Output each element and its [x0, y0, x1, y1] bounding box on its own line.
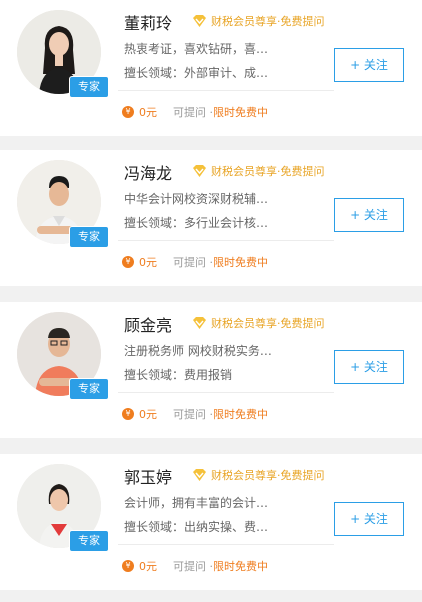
- expert-description: 中华会计网校资深财税辅…: [124, 192, 269, 206]
- expert-list: 专家 董莉玲 财税会员尊享·免费提问 热衷考证，喜欢钻研，喜… 擅长领域：外部审…: [0, 0, 422, 602]
- expert-field: 擅长领域：外部审计、成…: [124, 66, 269, 80]
- expert-card[interactable]: 专家 董莉玲 财税会员尊享·免费提问 热衷考证，喜欢钻研，喜… 擅长领域：外部审…: [0, 0, 422, 136]
- follow-button[interactable]: + 关注: [334, 502, 404, 536]
- divider: [118, 544, 334, 545]
- expert-card[interactable]: 专家 冯海龙 财税会员尊享·免费提问 中华会计网校资深财税辅… 擅长领域：多行业…: [0, 150, 422, 286]
- expert-badge: 专家: [69, 378, 109, 400]
- vip-tag: 财税会员尊享·免费提问: [192, 12, 325, 30]
- free-text: 限时免费中: [213, 560, 268, 573]
- divider: [118, 392, 334, 393]
- askable-text: 可提问 ·: [173, 408, 213, 421]
- price: 0元: [139, 106, 157, 119]
- vip-text: 财税会员尊享·免费提问: [211, 165, 325, 178]
- free-text: 限时免费中: [213, 106, 268, 119]
- askable-text: 可提问 ·: [173, 106, 213, 119]
- expert-name[interactable]: 顾金亮: [124, 312, 172, 336]
- vip-tag: 财税会员尊享·免费提问: [192, 314, 325, 332]
- expert-badge: 专家: [69, 226, 109, 248]
- avatar-wrap[interactable]: 专家: [17, 160, 109, 248]
- coin-icon: ¥: [122, 106, 134, 118]
- follow-button[interactable]: + 关注: [334, 198, 404, 232]
- expert-field: 擅长领域：出纳实操、费…: [124, 520, 269, 534]
- diamond-icon: [193, 317, 206, 329]
- vip-text: 财税会员尊享·免费提问: [211, 15, 325, 28]
- free-text: 限时免费中: [213, 408, 268, 421]
- avatar-wrap[interactable]: 专家: [17, 464, 109, 552]
- coin-icon: ¥: [122, 560, 134, 572]
- expert-name[interactable]: 冯海龙: [124, 160, 172, 184]
- divider: [118, 240, 334, 241]
- expert-card[interactable]: 专家 顾金亮 财税会员尊享·免费提问 注册税务师 网校财税实务… 擅长领域：费用…: [0, 302, 422, 438]
- price-row: ¥ 0元 可提问 · 限时免费中: [122, 558, 268, 574]
- expert-name[interactable]: 郭玉婷: [124, 464, 172, 488]
- askable-text: 可提问 ·: [173, 560, 213, 573]
- coin-icon: ¥: [122, 408, 134, 420]
- follow-button[interactable]: + 关注: [334, 350, 404, 384]
- free-text: 限时免费中: [213, 256, 268, 269]
- expert-description: 会计师，拥有丰富的会计…: [124, 496, 269, 510]
- price: 0元: [139, 560, 157, 573]
- diamond-icon: [193, 15, 206, 27]
- price-row: ¥ 0元 可提问 · 限时免费中: [122, 254, 268, 270]
- divider: [118, 90, 334, 91]
- price-row: ¥ 0元 可提问 · 限时免费中: [122, 406, 268, 422]
- vip-text: 财税会员尊享·免费提问: [211, 317, 325, 330]
- vip-tag: 财税会员尊享·免费提问: [192, 162, 325, 180]
- vip-text: 财税会员尊享·免费提问: [211, 469, 325, 482]
- expert-name[interactable]: 董莉玲: [124, 10, 172, 34]
- diamond-icon: [193, 469, 206, 481]
- expert-card[interactable]: 专家 郭玉婷 财税会员尊享·免费提问 会计师，拥有丰富的会计… 擅长领域：出纳实…: [0, 454, 422, 590]
- expert-badge: 专家: [69, 530, 109, 552]
- expert-description: 注册税务师 网校财税实务…: [124, 344, 272, 358]
- follow-button[interactable]: + 关注: [334, 48, 404, 82]
- expert-field: 擅长领域：多行业会计核…: [124, 216, 269, 230]
- avatar-wrap[interactable]: 专家: [17, 312, 109, 400]
- vip-tag: 财税会员尊享·免费提问: [192, 466, 325, 484]
- expert-description: 热衷考证，喜欢钻研，喜…: [124, 42, 269, 56]
- expert-field: 擅长领域：费用报销: [124, 368, 233, 382]
- diamond-icon: [193, 165, 206, 177]
- price: 0元: [139, 256, 157, 269]
- askable-text: 可提问 ·: [173, 256, 213, 269]
- expert-badge: 专家: [69, 76, 109, 98]
- price-row: ¥ 0元 可提问 · 限时免费中: [122, 104, 268, 120]
- avatar-wrap[interactable]: 专家: [17, 10, 109, 98]
- price: 0元: [139, 408, 157, 421]
- coin-icon: ¥: [122, 256, 134, 268]
